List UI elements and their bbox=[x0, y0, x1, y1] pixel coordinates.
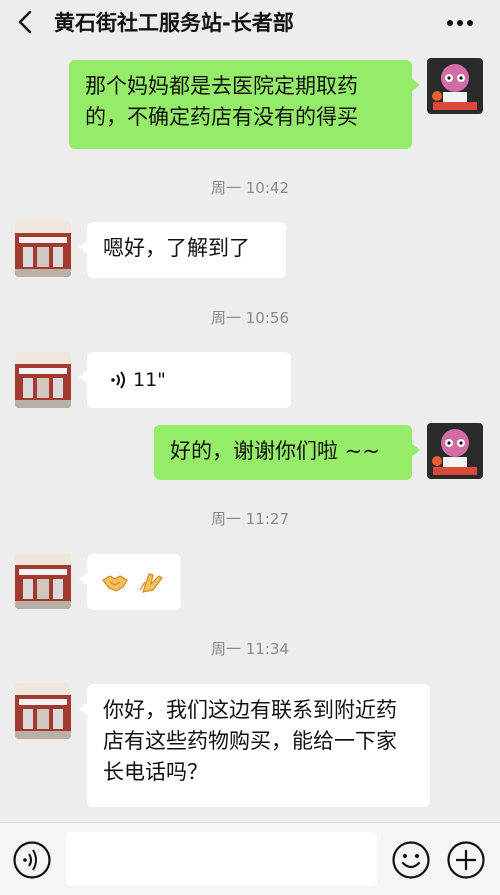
message-text: 你好，我们这边有联系到附近药店有这些药物购买，能给一下家长电话吗？ bbox=[103, 698, 397, 784]
input-bar bbox=[0, 822, 500, 895]
message-bubble-sent[interactable]: 那个妈妈都是去医院定期取药的，不确定药店有没有的得买 bbox=[69, 60, 420, 149]
handshake-icon bbox=[102, 575, 128, 592]
timestamp: 周一 10:42 bbox=[211, 179, 289, 197]
contact-avatar[interactable] bbox=[15, 221, 71, 277]
plus-icon[interactable] bbox=[446, 840, 486, 880]
voice-wave-icon bbox=[111, 371, 125, 389]
chat-title: 黄石街社工服务站-长者部 bbox=[54, 11, 294, 35]
voice-duration: 11" bbox=[133, 368, 166, 391]
voice-icon[interactable] bbox=[12, 840, 52, 880]
contact-avatar[interactable] bbox=[15, 352, 71, 408]
timestamp: 周一 11:34 bbox=[211, 640, 289, 658]
timestamp: 周一 10:56 bbox=[211, 309, 289, 327]
contact-avatar[interactable] bbox=[15, 553, 71, 609]
my-avatar[interactable] bbox=[427, 423, 483, 479]
timestamp: 周一 11:27 bbox=[211, 510, 289, 528]
message-bubble-received[interactable]: 你好，我们这边有联系到附近药店有这些药物购买，能给一下家长电话吗？ bbox=[79, 684, 430, 807]
emoji-message-bubble[interactable] bbox=[79, 554, 181, 610]
my-avatar[interactable] bbox=[427, 58, 483, 114]
message-text: 嗯好，了解到了 bbox=[103, 236, 250, 260]
message-bubble-received[interactable]: 嗯好，了解到了 bbox=[79, 222, 286, 278]
message-input[interactable] bbox=[66, 832, 377, 886]
chat-header: 黄石街社工服务站-长者部 bbox=[0, 0, 500, 44]
clapping-hands-icon bbox=[139, 573, 163, 593]
more-dots-icon[interactable] bbox=[446, 19, 474, 27]
emoji-icon[interactable] bbox=[391, 840, 431, 880]
contact-avatar[interactable] bbox=[15, 683, 71, 739]
message-text: 好的，谢谢你们啦 ~~ bbox=[170, 439, 380, 463]
message-bubble-sent[interactable]: 好的，谢谢你们啦 ~~ bbox=[154, 425, 420, 480]
back-arrow-icon[interactable] bbox=[14, 10, 38, 34]
voice-message-bubble[interactable]: 11" bbox=[79, 352, 291, 408]
message-text: 那个妈妈都是去医院定期取药的，不确定药店有没有的得买 bbox=[85, 74, 358, 129]
